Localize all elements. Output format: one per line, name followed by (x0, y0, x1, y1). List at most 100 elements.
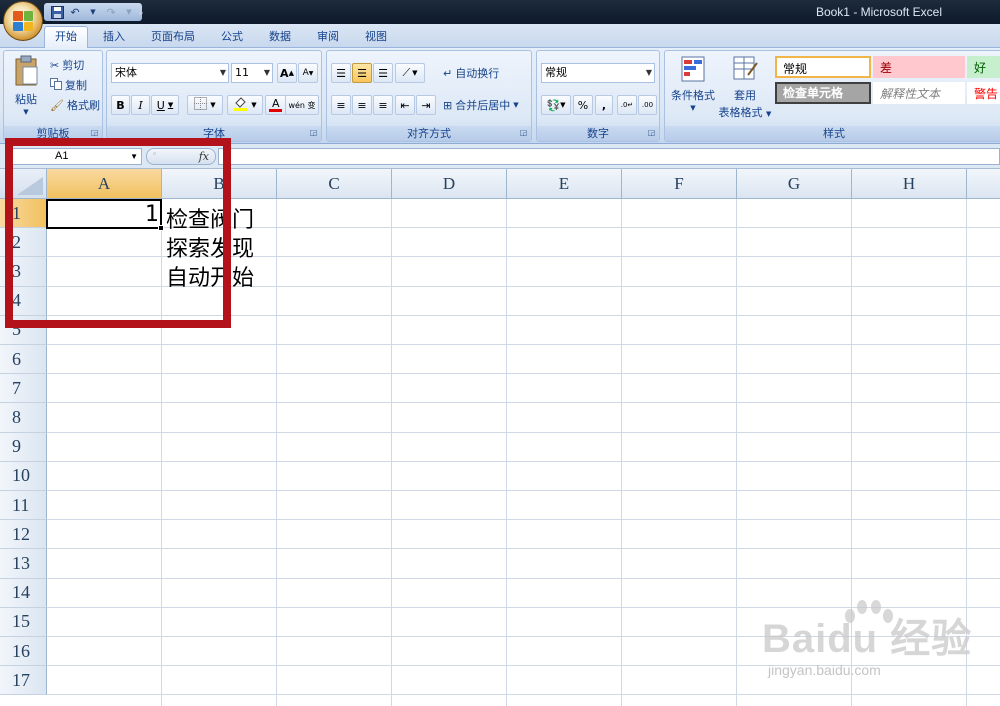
font-size-combo[interactable]: 11 ▼ (231, 63, 273, 83)
undo-dropdown-icon[interactable]: ▼ (86, 5, 100, 19)
column-header-f[interactable]: F (622, 169, 737, 199)
row-header-7[interactable]: 7 (0, 374, 47, 404)
decrease-decimal-button[interactable]: .00 (638, 95, 657, 115)
row-gridline (47, 431, 1000, 433)
style-warning[interactable]: 警告 (967, 82, 1000, 104)
select-all-button[interactable] (0, 169, 47, 199)
row-header-3[interactable]: 3 (0, 257, 47, 287)
row-header-4[interactable]: 4 (0, 286, 47, 316)
formula-input[interactable] (218, 148, 1000, 165)
cut-button[interactable]: ✂ 剪切 (50, 57, 84, 73)
paste-button[interactable]: 粘贴 ▼ (8, 55, 44, 116)
column-header-e[interactable]: E (507, 169, 622, 199)
expand-icon[interactable]: ◦ (152, 150, 157, 160)
number-format-combo[interactable]: 常规 ▼ (541, 63, 655, 83)
font-name-combo[interactable]: 宋体 ▼ (111, 63, 229, 83)
style-bad[interactable]: 差 (873, 56, 965, 78)
align-bottom-button[interactable]: ☰ (373, 63, 393, 83)
merge-center-button[interactable]: ⊞ 合并后居中 ▼ (443, 97, 519, 113)
tab-data[interactable]: 数据 (258, 27, 302, 48)
align-center-button[interactable]: ≡ (352, 95, 372, 115)
tab-review[interactable]: 审阅 (306, 27, 350, 48)
name-box[interactable]: A1 ▼ (12, 148, 142, 165)
italic-button[interactable]: I (131, 95, 150, 115)
column-header-c[interactable]: C (277, 169, 392, 199)
tab-page-layout[interactable]: 页面布局 (140, 27, 206, 48)
row-gridline (47, 548, 1000, 550)
column-header-partial[interactable] (967, 169, 1000, 199)
cell-b2[interactable]: 探索发现 (166, 231, 254, 263)
redo-dropdown-icon[interactable]: ▼ (122, 5, 136, 19)
style-normal[interactable]: 常规 (775, 56, 871, 78)
row-header-6[interactable]: 6 (0, 345, 47, 375)
number-launcher-icon[interactable]: ◲ (647, 129, 656, 138)
align-middle-button[interactable]: ☰ (352, 63, 372, 83)
borders-icon (194, 97, 208, 113)
align-left-button[interactable]: ≡ (331, 95, 351, 115)
row-header-15[interactable]: 15 (0, 607, 47, 637)
row-header-9[interactable]: 9 (0, 432, 47, 462)
format-painter-button[interactable]: 🖌 格式刷 (50, 97, 100, 113)
decrease-indent-button[interactable]: ⇤ (395, 95, 415, 115)
column-header-h[interactable]: H (852, 169, 967, 199)
column-header-a[interactable]: A (47, 169, 162, 199)
borders-button[interactable]: ▼ (187, 95, 223, 115)
style-explanatory[interactable]: 解释性文本 (873, 82, 965, 104)
watermark: Baidu 经验 jingyan.baidu.com (762, 598, 992, 688)
row-header-12[interactable]: 12 (0, 520, 47, 550)
align-right-button[interactable]: ≡ (373, 95, 393, 115)
tab-home[interactable]: 开始 (44, 26, 88, 49)
format-as-table-button[interactable]: 套用 表格格式 ▼ (717, 55, 773, 120)
ribbon-tabs: 开始 插入 页面布局 公式 数据 审阅 视图 (0, 24, 1000, 49)
row-header-17[interactable]: 17 (0, 666, 47, 696)
grow-font-button[interactable]: A ▲ (277, 63, 297, 83)
row-header-16[interactable]: 16 (0, 637, 47, 667)
style-check-cell[interactable]: 检查单元格 (775, 82, 871, 104)
cell-b1[interactable]: 检查阀门 (166, 202, 254, 234)
fill-handle[interactable] (158, 225, 164, 231)
cell-b3[interactable]: 自动开始 (166, 260, 254, 292)
column-header-d[interactable]: D (392, 169, 507, 199)
redo-icon[interactable]: ↷ (104, 5, 118, 19)
increase-decimal-button[interactable]: .0↵ (617, 95, 637, 115)
insert-function-icon[interactable]: fx (199, 150, 209, 163)
row-header-5[interactable]: 5 (0, 315, 47, 345)
percent-button[interactable]: % (573, 95, 593, 115)
orientation-button[interactable]: ⟋ ▼ (395, 63, 425, 83)
underline-button[interactable]: U ▼ (151, 95, 179, 115)
column-header-g[interactable]: G (737, 169, 852, 199)
undo-icon[interactable]: ↶ (68, 5, 82, 19)
row-header-10[interactable]: 10 (0, 461, 47, 491)
wrap-text-button[interactable]: ↵ 自动换行 (443, 65, 499, 81)
save-icon[interactable] (50, 5, 64, 19)
copy-button[interactable]: 复制 (50, 77, 87, 93)
customize-qat-icon[interactable]: ⇣ (136, 5, 145, 18)
row-header-14[interactable]: 14 (0, 578, 47, 608)
style-good[interactable]: 好 (967, 56, 1000, 78)
phonetic-guide-button[interactable]: wén 变 (285, 95, 319, 115)
clipboard-launcher-icon[interactable]: ◲ (90, 129, 99, 138)
column-header-b[interactable]: B (162, 169, 277, 199)
tab-insert[interactable]: 插入 (94, 27, 134, 48)
number-group-label: 数字 (537, 126, 659, 141)
row-header-1[interactable]: 1 (0, 199, 47, 229)
alignment-launcher-icon[interactable]: ◲ (519, 129, 528, 138)
bold-button[interactable]: B (111, 95, 130, 115)
currency-button[interactable]: 💱 ▼ (541, 95, 571, 115)
row-header-2[interactable]: 2 (0, 228, 47, 258)
office-button[interactable] (3, 1, 43, 41)
row-header-8[interactable]: 8 (0, 403, 47, 433)
row-gridline (47, 402, 1000, 404)
tab-view[interactable]: 视图 (354, 27, 398, 48)
row-header-11[interactable]: 11 (0, 491, 47, 521)
increase-indent-button[interactable]: ⇥ (416, 95, 436, 115)
shrink-font-button[interactable]: A ▼ (298, 63, 318, 83)
font-launcher-icon[interactable]: ◲ (309, 129, 318, 138)
fill-color-button[interactable]: ▼ (227, 95, 263, 115)
tab-formulas[interactable]: 公式 (210, 27, 254, 48)
conditional-formatting-button[interactable]: 条件格式 ▼ (669, 55, 717, 112)
row-header-13[interactable]: 13 (0, 549, 47, 579)
conditional-formatting-icon (680, 55, 706, 86)
align-top-button[interactable]: ☰ (331, 63, 351, 83)
comma-button[interactable]: , (595, 95, 613, 115)
